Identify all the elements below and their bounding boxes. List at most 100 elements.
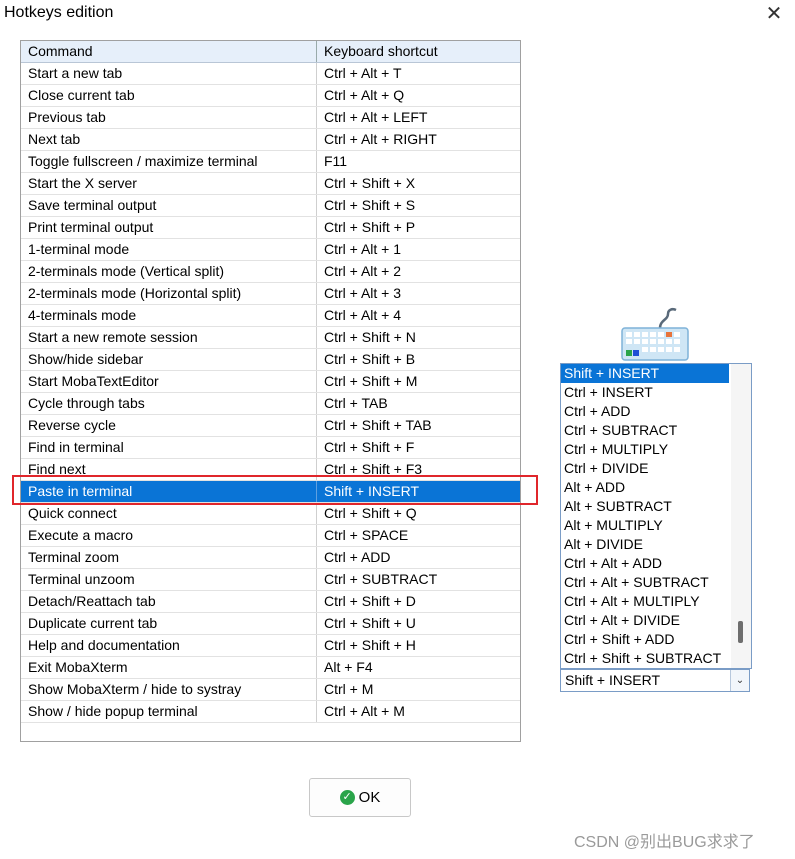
shortcut-cell: Ctrl + TAB: [324, 395, 388, 411]
listbox-scrollbar[interactable]: [731, 364, 751, 668]
command-cell: Show / hide popup terminal: [21, 701, 317, 722]
shortcut-cell: Alt + F4: [324, 659, 373, 675]
table-row[interactable]: 4-terminals mode Ctrl + Alt + 4: [21, 305, 520, 327]
scrollbar-thumb[interactable]: [738, 621, 743, 643]
shortcut-dropdown[interactable]: Shift + INSERT ⌄: [560, 669, 750, 692]
list-item[interactable]: Ctrl + Alt + SUBTRACT: [561, 573, 729, 592]
command-cell: Print terminal output: [21, 217, 317, 238]
command-cell: 2-terminals mode (Horizontal split): [21, 283, 317, 304]
command-cell: 1-terminal mode: [21, 239, 317, 260]
table-row[interactable]: Terminal unzoom Ctrl + SUBTRACT: [21, 569, 520, 591]
command-cell: Find next: [21, 459, 317, 480]
table-row[interactable]: Previous tab Ctrl + Alt + LEFT: [21, 107, 520, 129]
command-cell: Next tab: [21, 129, 317, 150]
list-item[interactable]: Ctrl + Shift + SUBTRACT: [561, 649, 729, 668]
shortcut-options: Shift + INSERT Ctrl + INSERT Ctrl + ADD Ctr…: [561, 364, 751, 668]
table-row[interactable]: Duplicate current tab Ctrl + Shift + U: [21, 613, 520, 635]
command-cell: Start the X server: [21, 173, 317, 194]
table-row[interactable]: Start MobaTextEditor Ctrl + Shift + M: [21, 371, 520, 393]
shortcut-cell: Ctrl + Shift + U: [324, 615, 416, 631]
ok-button[interactable]: ✓ OK: [309, 778, 411, 817]
list-item[interactable]: Alt + SUBTRACT: [561, 497, 729, 516]
list-item[interactable]: Alt + MULTIPLY: [561, 516, 729, 535]
shortcut-cell: Ctrl + Shift + Q: [324, 505, 417, 521]
shortcut-cell: Ctrl + Shift + B: [324, 351, 416, 367]
table-row[interactable]: Start the X server Ctrl + Shift + X: [21, 173, 520, 195]
column-header-shortcut[interactable]: Keyboard shortcut: [317, 41, 520, 62]
close-icon[interactable]: ✕: [760, 2, 788, 26]
command-cell: Show MobaXterm / hide to systray: [21, 679, 317, 700]
list-item[interactable]: Ctrl + Alt + ADD: [561, 554, 729, 573]
command-cell: Reverse cycle: [21, 415, 317, 436]
table-row[interactable]: Print terminal output Ctrl + Shift + P: [21, 217, 520, 239]
shortcut-cell: Ctrl + Alt + 1: [324, 241, 402, 257]
table-row[interactable]: Reverse cycle Ctrl + Shift + TAB: [21, 415, 520, 437]
table-row[interactable]: Cycle through tabs Ctrl + TAB: [21, 393, 520, 415]
table-body: Start a new tab Ctrl + Alt + T Close curre…: [21, 63, 520, 723]
shortcut-cell: Ctrl + Shift + X: [324, 175, 416, 191]
column-header-command[interactable]: Command: [21, 41, 317, 62]
table-row[interactable]: Paste in terminal Shift + INSERT: [21, 481, 520, 503]
table-row[interactable]: Show / hide popup terminal Ctrl + Alt + M: [21, 701, 520, 723]
table-row[interactable]: Find next Ctrl + Shift + F3: [21, 459, 520, 481]
shortcut-cell: Ctrl + Alt + RIGHT: [324, 131, 437, 147]
command-cell: Previous tab: [21, 107, 317, 128]
window-title: Hotkeys edition: [4, 4, 114, 21]
command-cell: Find in terminal: [21, 437, 317, 458]
shortcut-cell: F11: [324, 153, 348, 169]
table-row[interactable]: Start a new remote session Ctrl + Shift +…: [21, 327, 520, 349]
table-row[interactable]: Execute a macro Ctrl + SPACE: [21, 525, 520, 547]
list-item[interactable]: Ctrl + ADD: [561, 402, 729, 421]
table-row[interactable]: 2-terminals mode (Horizontal split) Ctrl …: [21, 283, 520, 305]
table-row[interactable]: 2-terminals mode (Vertical split) Ctrl + …: [21, 261, 520, 283]
table-row[interactable]: Next tab Ctrl + Alt + RIGHT: [21, 129, 520, 151]
shortcut-listbox[interactable]: Shift + INSERT Ctrl + INSERT Ctrl + ADD Ctr…: [560, 363, 752, 669]
table-row[interactable]: Quick connect Ctrl + Shift + Q: [21, 503, 520, 525]
table-row[interactable]: Toggle fullscreen / maximize terminal F11: [21, 151, 520, 173]
shortcut-cell: Ctrl + Shift + F3: [324, 461, 423, 477]
ok-button-label: OK: [358, 789, 381, 806]
list-item[interactable]: Ctrl + MULTIPLY: [561, 440, 729, 459]
list-item[interactable]: Ctrl + Shift + ADD: [561, 630, 729, 649]
table-row[interactable]: Close current tab Ctrl + Alt + Q: [21, 85, 520, 107]
command-cell: Start MobaTextEditor: [21, 371, 317, 392]
table-header: Command Keyboard shortcut: [21, 41, 520, 63]
command-cell: 2-terminals mode (Vertical split): [21, 261, 317, 282]
shortcut-cell: Ctrl + Shift + TAB: [324, 417, 432, 433]
list-item[interactable]: Shift + INSERT: [561, 364, 729, 383]
command-cell: Quick connect: [21, 503, 317, 524]
shortcut-cell: Ctrl + Shift + D: [324, 593, 416, 609]
command-cell: Cycle through tabs: [21, 393, 317, 414]
table-row[interactable]: Show/hide sidebar Ctrl + Shift + B: [21, 349, 520, 371]
command-cell: Start a new remote session: [21, 327, 317, 348]
shortcut-cell: Ctrl + Alt + M: [324, 703, 405, 719]
list-item[interactable]: Ctrl + Alt + DIVIDE: [561, 611, 729, 630]
list-item[interactable]: Ctrl + Alt + MULTIPLY: [561, 592, 729, 611]
table-row[interactable]: Show MobaXterm / hide to systray Ctrl + M: [21, 679, 520, 701]
hotkeys-table: Command Keyboard shortcut Start a new ta…: [20, 40, 521, 742]
shortcut-cell: Ctrl + Alt + 4: [324, 307, 402, 323]
table-row[interactable]: Save terminal output Ctrl + Shift + S: [21, 195, 520, 217]
dropdown-value: Shift + INSERT: [565, 672, 661, 688]
command-cell: Start a new tab: [21, 63, 317, 84]
chevron-down-icon[interactable]: ⌄: [730, 670, 749, 691]
list-item[interactable]: Ctrl + INSERT: [561, 383, 729, 402]
table-row[interactable]: 1-terminal mode Ctrl + Alt + 1: [21, 239, 520, 261]
shortcut-cell: Ctrl + SPACE: [324, 527, 409, 543]
keyboard-icon: [621, 307, 689, 361]
table-row[interactable]: Find in terminal Ctrl + Shift + F: [21, 437, 520, 459]
table-row[interactable]: Exit MobaXterm Alt + F4: [21, 657, 520, 679]
table-row[interactable]: Help and documentation Ctrl + Shift + H: [21, 635, 520, 657]
command-cell: Paste in terminal: [21, 481, 317, 502]
table-row[interactable]: Terminal zoom Ctrl + ADD: [21, 547, 520, 569]
command-cell: Show/hide sidebar: [21, 349, 317, 370]
list-item[interactable]: Ctrl + SUBTRACT: [561, 421, 729, 440]
list-item[interactable]: Ctrl + DIVIDE: [561, 459, 729, 478]
table-row[interactable]: Detach/Reattach tab Ctrl + Shift + D: [21, 591, 520, 613]
list-item[interactable]: Alt + DIVIDE: [561, 535, 729, 554]
command-cell: Detach/Reattach tab: [21, 591, 317, 612]
list-item[interactable]: Alt + ADD: [561, 478, 729, 497]
shortcut-cell: Ctrl + Alt + 3: [324, 285, 402, 301]
command-cell: 4-terminals mode: [21, 305, 317, 326]
table-row[interactable]: Start a new tab Ctrl + Alt + T: [21, 63, 520, 85]
